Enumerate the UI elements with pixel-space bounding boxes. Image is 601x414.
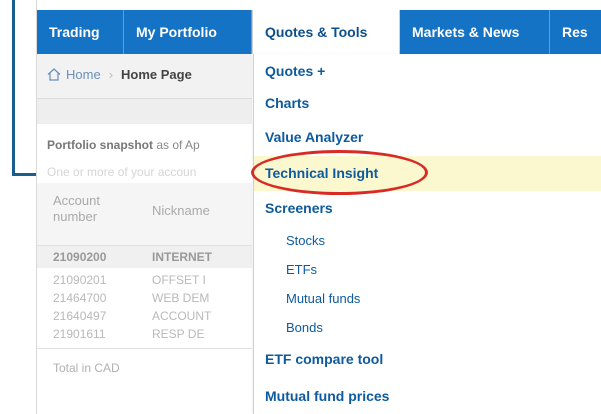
table-row[interactable]: 21464700 WEB DEM — [37, 289, 252, 307]
account-nickname: INTERNET — [152, 250, 212, 264]
table-row[interactable]: 21901611 RESP DE — [37, 325, 252, 343]
tab-my-portfolio[interactable]: My Portfolio — [124, 10, 252, 54]
menu-item-etfs[interactable]: ETFs — [254, 262, 601, 280]
breadcrumb: Home › Home Page — [37, 54, 252, 99]
account-number: 21464700 — [53, 291, 107, 305]
tab-quotes-tools[interactable]: Quotes & Tools — [252, 10, 400, 54]
menu-item-screeners[interactable]: Screeners — [254, 200, 601, 220]
table-row[interactable]: 21090200 INTERNET — [37, 246, 252, 268]
tab-research[interactable]: Res — [550, 10, 601, 54]
menu-item-quotes-plus[interactable]: Quotes + — [254, 63, 601, 83]
account-number: 21640497 — [53, 309, 107, 323]
account-number: 21901611 — [53, 327, 106, 341]
breadcrumb-current: Home Page — [121, 67, 192, 82]
menu-item-value-analyzer[interactable]: Value Analyzer — [254, 129, 601, 149]
highlight-circle — [251, 150, 428, 195]
tab-markets-news[interactable]: Markets & News — [400, 10, 550, 54]
accounts-table: Account number Nickname 21090200 INTERNE… — [37, 183, 252, 343]
table-total-row: Total in CAD — [37, 348, 252, 389]
account-nickname: OFFSET I — [152, 273, 206, 287]
menu-item-charts[interactable]: Charts — [254, 95, 601, 115]
account-nickname: RESP DE — [152, 327, 205, 341]
account-nickname: ACCOUNT — [152, 309, 212, 323]
header-account-number: Account number — [53, 193, 100, 224]
browser-page: Trading My Portfolio Quotes & Tools Mark… — [36, 0, 601, 414]
table-row[interactable]: 21640497 ACCOUNT — [37, 307, 252, 325]
home-icon[interactable] — [47, 68, 61, 81]
menu-item-stocks[interactable]: Stocks — [254, 233, 601, 251]
accounts-note: One or more of your accoun — [47, 165, 197, 179]
tab-trading[interactable]: Trading — [37, 10, 124, 54]
total-label: Total in CAD — [53, 361, 120, 375]
callout-line — [12, 0, 15, 176]
breadcrumb-home[interactable]: Home — [66, 67, 101, 82]
header-nickname: Nickname — [152, 203, 210, 218]
menu-item-etf-compare-tool[interactable]: ETF compare tool — [254, 351, 601, 371]
table-header: Account number Nickname — [37, 183, 252, 246]
account-number: 21090200 — [53, 250, 107, 264]
account-nickname: WEB DEM — [152, 291, 210, 305]
portfolio-snapshot-title: Portfolio snapshot as of Ap — [47, 138, 200, 152]
toolbar-strip — [37, 99, 252, 124]
account-number: 21090201 — [53, 273, 107, 287]
menu-item-mutual-funds[interactable]: Mutual funds — [254, 291, 601, 309]
menu-item-mutual-fund-prices[interactable]: Mutual fund prices — [254, 388, 601, 408]
menu-item-bonds[interactable]: Bonds — [254, 320, 601, 338]
quotes-tools-dropdown: Quotes + Charts Value Analyzer Technical… — [253, 54, 601, 414]
table-row[interactable]: 21090201 OFFSET I — [37, 271, 252, 289]
chevron-right-icon: › — [108, 67, 114, 82]
